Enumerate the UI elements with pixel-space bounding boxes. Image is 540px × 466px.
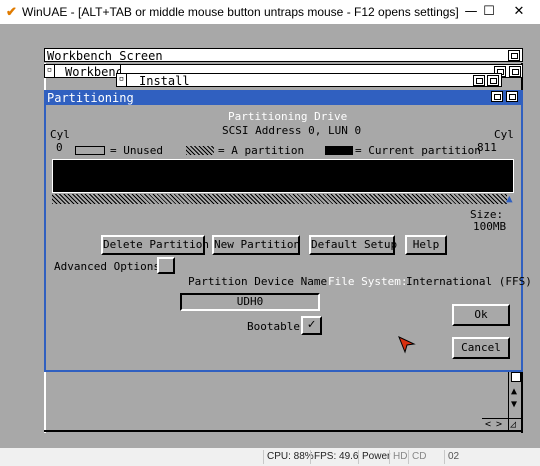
slider-knob-icon[interactable]: ▲: [506, 192, 513, 205]
help-button[interactable]: Help: [405, 235, 447, 255]
legend-partition-label: = A partition: [218, 144, 305, 157]
advanced-options-label: Advanced Options: [54, 260, 160, 273]
file-system-label: File System:: [328, 275, 408, 288]
horizontal-scroll-gadgets[interactable]: < > ◿: [482, 418, 523, 431]
dialog-zoom-gadget-icon[interactable]: [491, 91, 503, 102]
legend-current-label: = Current partition: [355, 144, 481, 157]
cyl-left-value: 0: [56, 141, 63, 154]
screen-depth-gadget-icon[interactable]: [508, 50, 520, 61]
new-partition-button[interactable]: New Partition: [212, 235, 300, 255]
scroll-left-icon[interactable]: <: [485, 419, 491, 430]
scroll-thumb[interactable]: [511, 372, 521, 382]
host-statusbar: CPU: 88% FPS: 49.6 Power HD CD 02: [0, 448, 540, 466]
install-window-titlebar[interactable]: ▫ Install: [116, 73, 502, 88]
scroll-right-icon[interactable]: >: [496, 419, 502, 430]
install-zoom-gadget-icon[interactable]: [473, 75, 485, 86]
workbench-screen-title: Workbench Screen: [47, 49, 163, 63]
size-value: 100MB: [473, 220, 507, 233]
drive-indicator: 02: [444, 450, 462, 464]
winuae-logo-icon: ✔: [6, 4, 17, 19]
partitioning-titlebar[interactable]: Partitioning: [44, 90, 523, 105]
legend-unused-label: = Unused: [110, 144, 163, 157]
device-name-label: Partition Device Name: [188, 275, 328, 288]
amiga-display[interactable]: Workbench Screen ▫ Workbench ▫ Install P…: [0, 24, 540, 448]
scsi-address: SCSI Address 0, LUN 0: [222, 124, 362, 137]
close-button[interactable]: ✕: [496, 0, 540, 24]
mouse-pointer-icon: [398, 336, 416, 354]
host-window-title: WinUAE - [ALT+TAB or middle mouse button…: [22, 5, 459, 19]
file-system-value[interactable]: International (FFS): [406, 275, 532, 288]
cyl-left-label: Cyl: [50, 128, 70, 141]
workbench-screen-titlebar[interactable]: Workbench Screen: [44, 48, 523, 63]
install-depth-gadget-icon[interactable]: [487, 75, 499, 86]
legend-partition-swatch: [186, 146, 214, 155]
cd-led: CD: [408, 450, 429, 464]
cancel-button[interactable]: Cancel: [452, 337, 510, 359]
dialog-heading: Partitioning Drive: [228, 110, 348, 123]
install-window-title: Install: [139, 74, 190, 88]
legend-unused-swatch: [75, 146, 105, 155]
device-name-value: UDH0: [236, 295, 264, 308]
fps-counter: FPS: 49.6: [310, 450, 361, 464]
close-gadget-icon[interactable]: ▫: [45, 65, 55, 77]
scroll-up-icon[interactable]: ▲: [511, 386, 517, 397]
default-setup-button[interactable]: Default Setup: [309, 235, 397, 255]
partitioning-title: Partitioning: [47, 91, 134, 105]
cpu-usage: CPU: 88%: [263, 450, 317, 464]
cyl-right-label: Cyl: [494, 128, 514, 141]
install-close-gadget-icon[interactable]: ▫: [117, 74, 127, 86]
bootable-checkbox[interactable]: ✓: [301, 316, 322, 335]
workbench-lower-area: [44, 372, 523, 432]
device-name-field[interactable]: UDH0: [180, 293, 320, 311]
wb-depth-gadget-icon[interactable]: [509, 66, 521, 77]
resize-gadget-icon[interactable]: ◿: [510, 419, 516, 430]
ok-button[interactable]: Ok: [452, 304, 510, 326]
advanced-options-checkbox[interactable]: [157, 257, 175, 274]
delete-partition-button[interactable]: Delete Partition: [101, 235, 209, 255]
cylinder-slider-track[interactable]: [52, 194, 507, 204]
bootable-label: Bootable: [247, 320, 300, 333]
partition-bar[interactable]: [52, 159, 514, 193]
dialog-depth-gadget-icon[interactable]: [506, 91, 518, 102]
scroll-down-icon[interactable]: ▼: [511, 399, 517, 410]
host-titlebar: ✔ WinUAE - [ALT+TAB or middle mouse butt…: [0, 0, 540, 24]
legend-current-swatch: [325, 146, 353, 155]
